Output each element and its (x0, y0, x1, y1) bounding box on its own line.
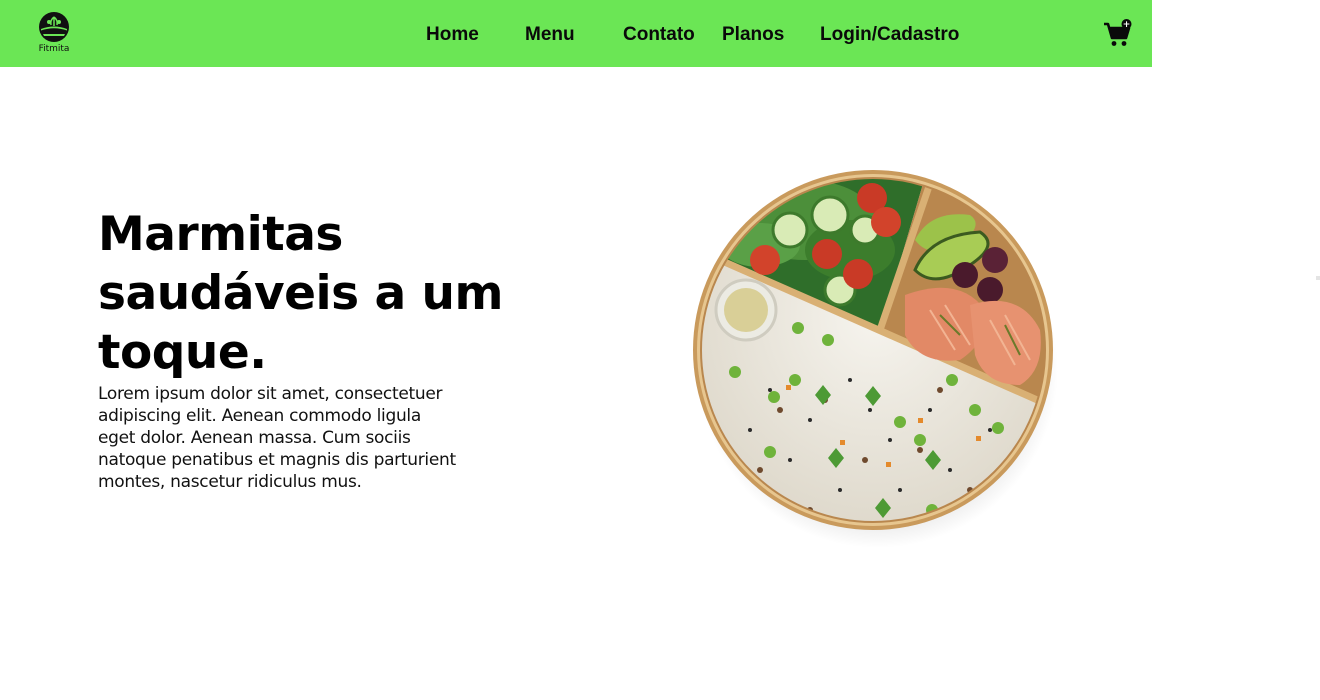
shopping-cart-icon: + (1104, 19, 1132, 46)
hero-description: Lorem ipsum dolor sit amet, consectetuer… (98, 384, 456, 492)
navbar: Fitmita Home Menu Contato Planos Login/C… (0, 0, 1152, 67)
hero-title: Marmitas saudáveis a um toque. (98, 207, 503, 380)
nav-contato[interactable]: Contato (623, 24, 695, 46)
nav-menu[interactable]: Menu (525, 24, 575, 46)
nav-planos[interactable]: Planos (722, 24, 784, 46)
nav-login-cadastro[interactable]: Login/Cadastro (820, 24, 959, 46)
cart-badge: + (1123, 20, 1131, 30)
meal-bowl-image (690, 160, 1060, 550)
logo-icon (39, 12, 69, 42)
brand-name: Fitmita (38, 44, 70, 54)
cart-button[interactable]: + (1103, 18, 1133, 48)
scrollbar-indicator[interactable] (1316, 276, 1320, 280)
brand-logo[interactable]: Fitmita (36, 11, 72, 54)
nav-home[interactable]: Home (426, 24, 479, 46)
